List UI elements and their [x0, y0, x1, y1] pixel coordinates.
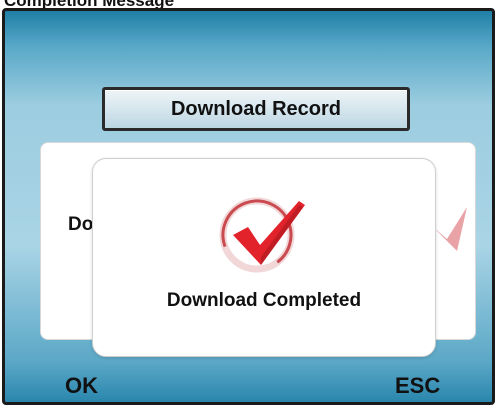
download-record-button[interactable]: Download Record [102, 87, 410, 131]
background-dialog-text: Do [68, 214, 94, 235]
page: Completion Message Download Record Do Do… [0, 0, 496, 406]
device-screen: Download Record Do Download Completed OK… [2, 8, 495, 405]
faded-checkmark-icon [433, 207, 467, 251]
checkmark-icon [219, 197, 305, 273]
completion-message: Download Completed [166, 290, 362, 311]
ok-softkey[interactable]: OK [65, 373, 98, 399]
completion-dialog: Download Completed [92, 158, 436, 357]
esc-softkey[interactable]: ESC [395, 373, 440, 399]
